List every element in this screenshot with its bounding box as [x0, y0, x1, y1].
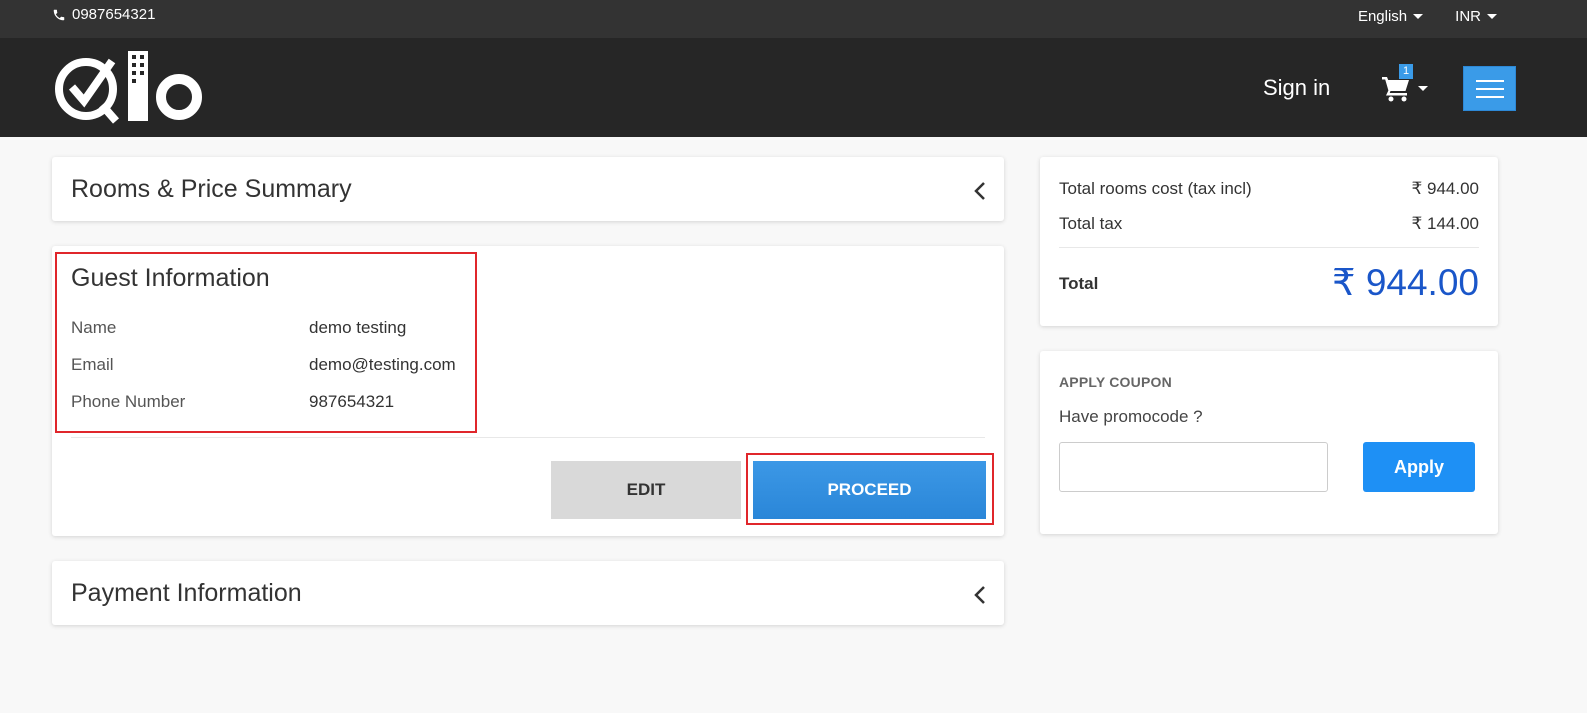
guest-email-label: Email	[71, 355, 114, 374]
menu-bar	[1476, 96, 1504, 98]
guest-information-title: Guest Information	[71, 264, 270, 292]
cart-count-badge: 1	[1399, 64, 1414, 79]
edit-button[interactable]: EDIT	[551, 461, 741, 519]
apply-coupon-heading: APPLY COUPON	[1059, 374, 1172, 390]
total-tax-label: Total tax	[1059, 214, 1123, 233]
total-price: ₹ 944.00	[1332, 262, 1479, 303]
total-label: Total	[1059, 274, 1099, 293]
rooms-summary-title: Rooms & Price Summary	[71, 175, 352, 203]
phone-number: 0987654321	[72, 6, 156, 23]
phone-icon	[53, 9, 65, 20]
guest-phone-label: Phone Number	[71, 392, 186, 411]
currency-dropdown[interactable]: INR	[1455, 8, 1497, 25]
guest-email-value: demo@testing.com	[309, 355, 456, 374]
proceed-button[interactable]: PROCEED	[753, 461, 986, 519]
guest-phone-value: 987654321	[309, 392, 395, 411]
payment-information-card[interactable]: Payment Information	[52, 561, 1004, 625]
rooms-summary-card[interactable]: Rooms & Price Summary	[52, 157, 1004, 221]
guest-information-card: Guest Information Name demo testing Emai…	[52, 246, 1004, 536]
rooms-cost-label: Total rooms cost (tax incl)	[1059, 179, 1252, 198]
price-summary-card: Total rooms cost (tax incl) ₹ 944.00 Tot…	[1040, 157, 1498, 326]
divider	[71, 437, 985, 438]
hamburger-menu-button[interactable]	[1463, 66, 1516, 111]
language-label: English	[1357, 8, 1408, 25]
rooms-cost-value: ₹ 944.00	[1411, 179, 1479, 198]
chevron-left-icon[interactable]	[973, 181, 987, 201]
guest-name-label: Name	[71, 318, 117, 337]
guest-name-value: demo testing	[309, 318, 407, 337]
divider	[1059, 247, 1479, 248]
total-tax-value: ₹ 144.00	[1411, 214, 1479, 233]
sign-in-link[interactable]: Sign in	[1263, 75, 1330, 101]
caret-down-icon	[1413, 14, 1424, 19]
shopping-cart-icon	[1382, 77, 1409, 102]
chevron-left-icon[interactable]	[973, 585, 987, 605]
cart-button[interactable]: 1	[1382, 64, 1428, 104]
main-header: Sign in 1	[0, 38, 1587, 137]
caret-down-icon	[1418, 86, 1428, 91]
promocode-input[interactable]	[1059, 442, 1328, 492]
language-dropdown[interactable]: English	[1357, 8, 1424, 25]
phone-contact[interactable]: 0987654321	[52, 6, 155, 23]
currency-label: INR	[1455, 8, 1481, 25]
caret-down-icon	[1487, 14, 1497, 19]
qlo-logo[interactable]	[52, 51, 204, 125]
top-bar: 0987654321 English INR	[0, 0, 1587, 38]
menu-bar	[1476, 88, 1504, 90]
apply-coupon-button[interactable]: Apply	[1363, 442, 1475, 492]
menu-bar	[1476, 80, 1504, 82]
promocode-label: Have promocode ?	[1059, 407, 1203, 426]
coupon-card: APPLY COUPON Have promocode ? Apply	[1040, 351, 1498, 534]
payment-information-title: Payment Information	[71, 579, 302, 607]
